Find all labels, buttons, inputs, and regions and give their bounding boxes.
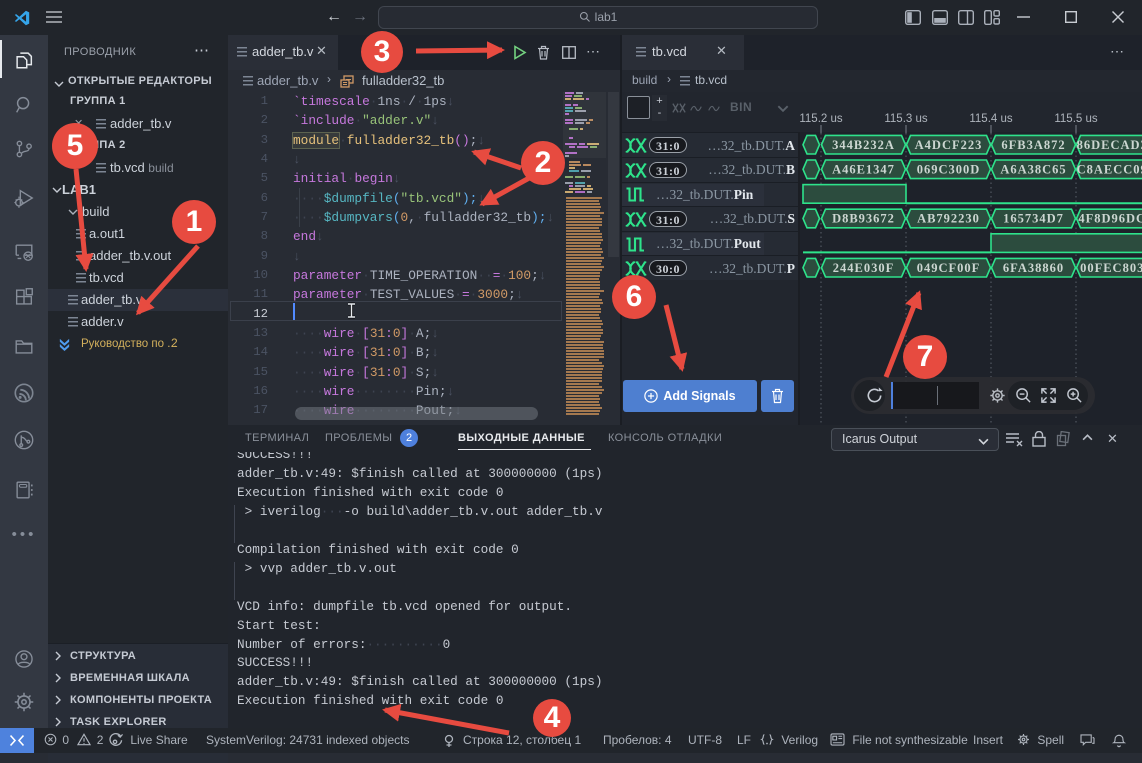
svg-text:3: 3 — [374, 35, 391, 68]
svg-text:7: 7 — [917, 340, 934, 373]
svg-text:4: 4 — [544, 701, 561, 734]
svg-text:2: 2 — [535, 146, 552, 179]
svg-text:5: 5 — [67, 129, 84, 162]
svg-text:1: 1 — [186, 205, 203, 238]
svg-text:6: 6 — [626, 280, 643, 313]
